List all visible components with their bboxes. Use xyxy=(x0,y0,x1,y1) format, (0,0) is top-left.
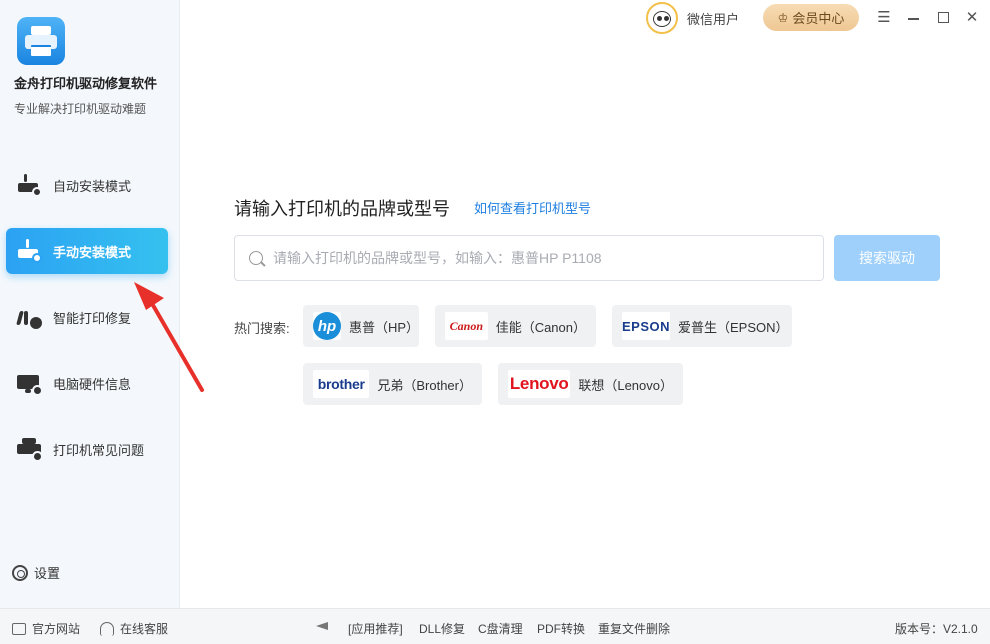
online-support-label: 在线客服 xyxy=(120,622,169,636)
brand-label: 兄弟（Brother） xyxy=(377,377,472,393)
sidebar-item-manual-install[interactable]: 手动安装模式 xyxy=(6,228,168,274)
brand-chip-hp[interactable]: hp 惠普（HP） xyxy=(303,305,419,347)
sidebar-item-auto-install[interactable]: 自动安装模式 xyxy=(6,162,168,208)
footer-link-c-drive-clean[interactable]: C盘清理 xyxy=(478,620,523,637)
search-box xyxy=(234,235,824,281)
brand-label: 惠普（HP） xyxy=(349,319,420,335)
brother-logo-icon: brother xyxy=(313,370,370,398)
official-website-label: 官方网站 xyxy=(32,622,81,636)
vip-center-label: 会员中心 xyxy=(792,11,845,26)
page-title: 请输入打印机的品牌或型号 xyxy=(234,199,450,219)
website-icon xyxy=(12,622,26,635)
footer-link-dll-repair[interactable]: DLL修复 xyxy=(419,620,465,637)
brand-chip-canon[interactable]: Canon 佳能（Canon） xyxy=(435,305,596,347)
hot-search-label: 热门搜索: xyxy=(234,321,290,336)
vip-center-button[interactable]: ♔ 会员中心 xyxy=(763,4,859,31)
minimize-icon[interactable] xyxy=(904,8,922,26)
brand-chip-brother[interactable]: brother 兄弟（Brother） xyxy=(303,363,482,405)
maximize-icon[interactable] xyxy=(934,8,952,26)
footer-link-recommend[interactable]: [应用推荐] xyxy=(348,620,403,637)
hp-logo-icon: hp xyxy=(313,312,341,340)
printer-download-icon xyxy=(16,237,44,265)
settings-label: 设置 xyxy=(34,566,61,581)
headset-icon xyxy=(100,621,114,636)
footer-link-duplicate-delete[interactable]: 重复文件删除 xyxy=(598,620,670,637)
brand-chip-epson[interactable]: EPSON 爱普生（EPSON） xyxy=(612,305,792,347)
canon-logo-icon: Canon xyxy=(445,312,488,340)
close-icon[interactable]: ✕ xyxy=(963,8,981,26)
sidebar-item-label: 智能打印修复 xyxy=(53,310,132,326)
official-website-link[interactable]: 官方网站 xyxy=(12,620,80,637)
brand-chip-lenovo[interactable]: Lenovo 联想（Lenovo） xyxy=(498,363,683,405)
printer-repair-icon xyxy=(16,303,44,331)
printer-gear-icon xyxy=(16,171,44,199)
megaphone-icon xyxy=(316,620,342,632)
red-arrow-annotation xyxy=(134,282,204,392)
online-support-link[interactable]: 在线客服 xyxy=(100,620,168,637)
search-input[interactable] xyxy=(273,250,793,266)
printer-question-icon xyxy=(16,435,44,463)
brand-label: 联想（Lenovo） xyxy=(578,377,673,393)
app-subtitle: 专业解决打印机驱动难题 xyxy=(14,102,147,116)
crown-icon: ♔ xyxy=(777,10,789,25)
footer: 官方网站 在线客服 [应用推荐] DLL修复 C盘清理 PDF转换 重复文件删除… xyxy=(0,608,990,644)
app-name: 金舟打印机驱动修复软件 xyxy=(14,76,158,91)
sidebar-item-label: 手动安装模式 xyxy=(53,244,132,260)
search-icon xyxy=(249,251,263,265)
monitor-info-icon xyxy=(16,369,44,397)
lenovo-logo-icon: Lenovo xyxy=(508,370,571,398)
version-label: 版本号：V2.1.0 xyxy=(895,622,978,636)
how-to-find-model-link[interactable]: 如何查看打印机型号 xyxy=(474,198,591,217)
gear-icon xyxy=(12,564,28,581)
sidebar-item-label: 自动安装模式 xyxy=(53,178,132,194)
sidebar-item-label: 电脑硬件信息 xyxy=(53,376,132,392)
app-logo-icon xyxy=(17,17,65,65)
menu-icon[interactable]: ☰ xyxy=(875,8,893,26)
brand-label: 佳能（Canon） xyxy=(495,319,586,335)
settings-button[interactable]: 设置 xyxy=(12,563,60,582)
top-bar: 微信用户 ♔ 会员中心 ☰ ✕ xyxy=(180,0,990,36)
search-driver-button[interactable]: 搜索驱动 xyxy=(834,235,940,281)
sidebar-item-label: 打印机常见问题 xyxy=(53,442,145,458)
avatar[interactable] xyxy=(646,2,678,34)
brand-label: 爱普生（EPSON） xyxy=(678,319,789,335)
epson-logo-icon: EPSON xyxy=(622,312,671,340)
footer-link-pdf-convert[interactable]: PDF转换 xyxy=(537,620,585,637)
user-name[interactable]: 微信用户 xyxy=(687,9,739,28)
sidebar-item-faq[interactable]: 打印机常见问题 xyxy=(6,426,168,472)
